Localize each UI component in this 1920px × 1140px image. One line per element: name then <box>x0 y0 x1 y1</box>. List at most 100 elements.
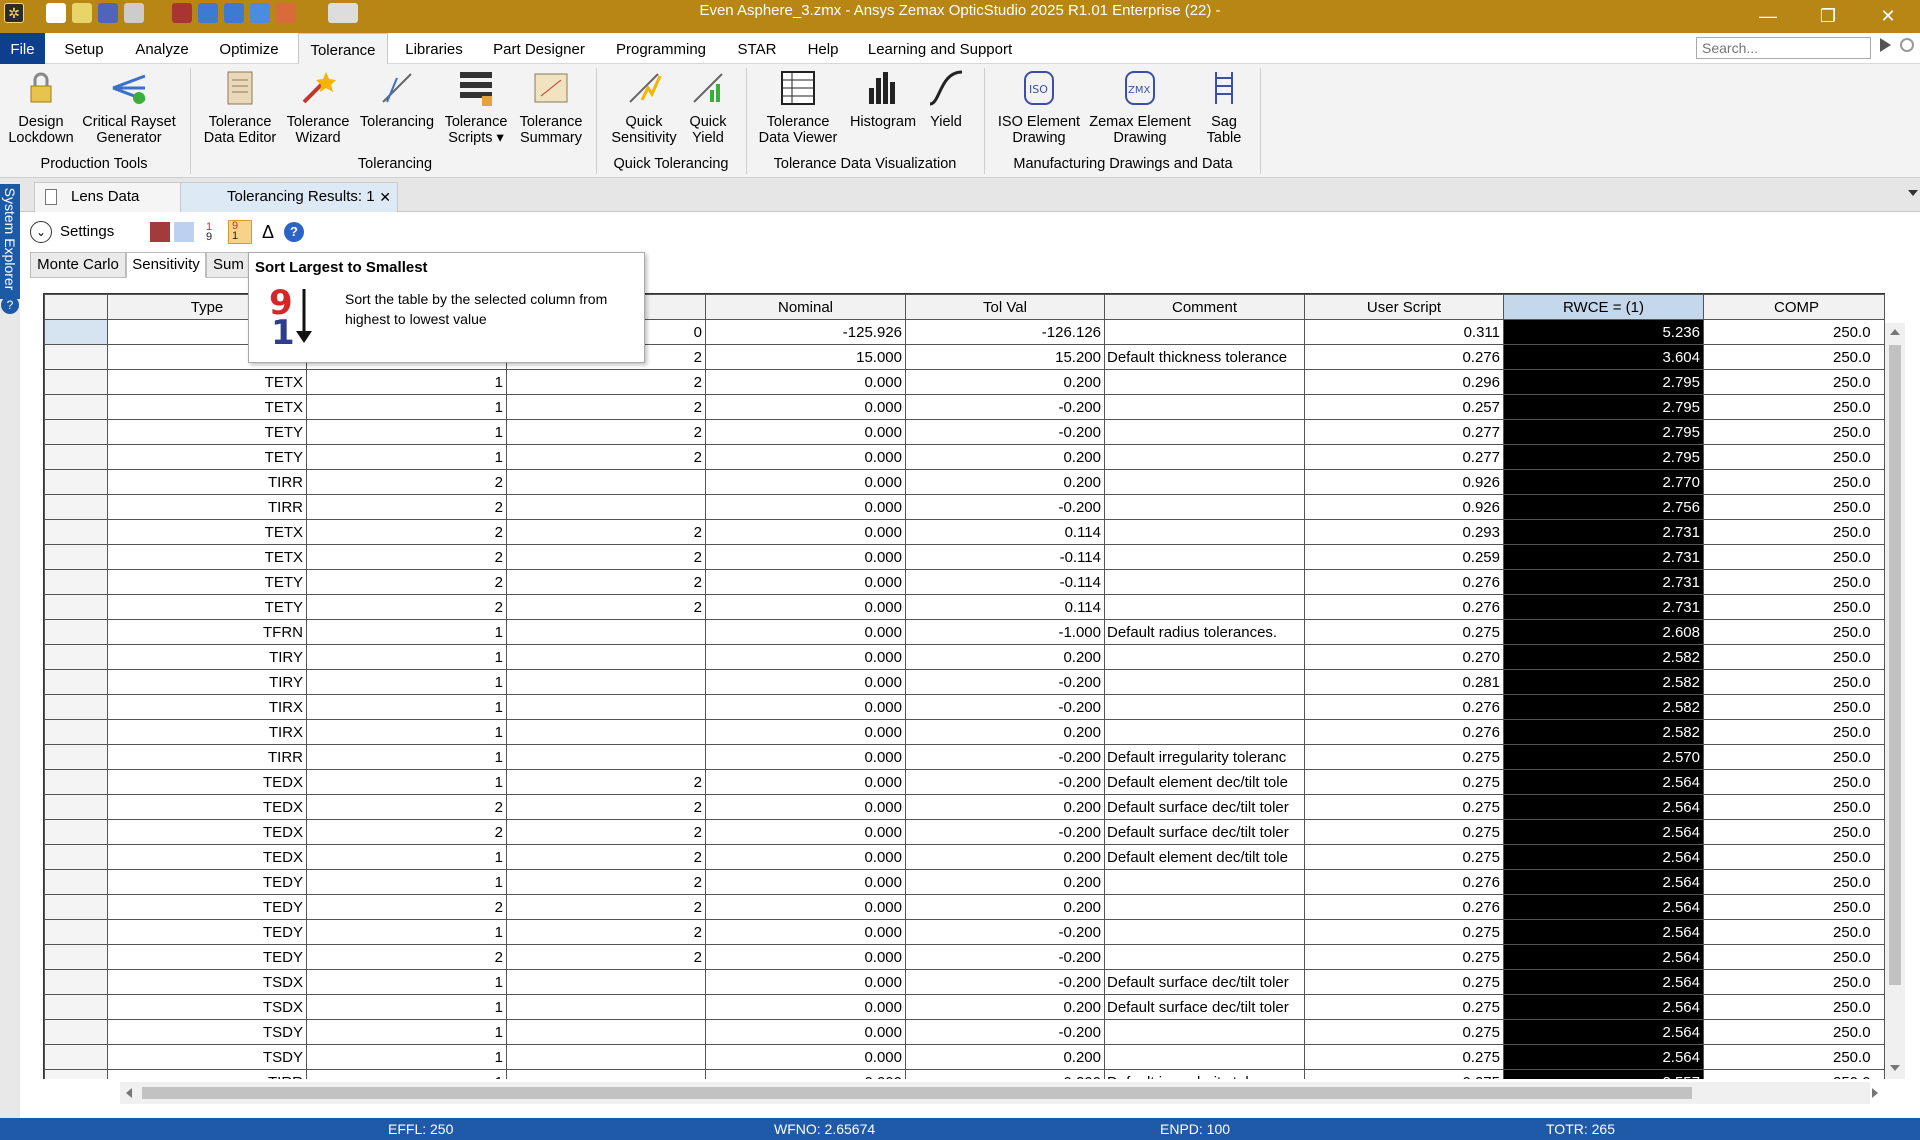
menu-optimize[interactable]: Optimize <box>212 33 286 64</box>
cell-comment[interactable] <box>1104 894 1305 920</box>
cell-type[interactable]: TEDX <box>107 819 307 845</box>
cell-rwce[interactable]: 2.608 <box>1503 619 1704 645</box>
cell-comp[interactable]: 250.0 <box>1703 419 1885 445</box>
table-row[interactable]: TIRX 1 0.000 -0.200 0.276 2.582 250.0 <box>44 694 1885 720</box>
tolerance-summary-button[interactable]: Tolerance Summary <box>514 68 588 146</box>
cell-comment[interactable] <box>1104 369 1305 395</box>
cell-comment[interactable] <box>1104 544 1305 570</box>
cell-tol-val[interactable]: -1.000 <box>905 619 1105 645</box>
quick-yield-button[interactable]: Quick Yield <box>686 68 730 146</box>
cell-int1[interactable]: 1 <box>306 869 507 895</box>
undo-icon[interactable] <box>198 3 218 23</box>
cell-int1[interactable]: 1 <box>306 994 507 1020</box>
cell-user-script[interactable]: 0.277 <box>1304 419 1504 445</box>
cell-user-script[interactable]: 0.275 <box>1304 619 1504 645</box>
cell-int2[interactable] <box>506 969 706 995</box>
cell-rwce[interactable]: 2.795 <box>1503 419 1704 445</box>
cell-comp[interactable]: 250.0 <box>1703 494 1885 520</box>
cell-tol-val[interactable]: -0.114 <box>905 544 1105 570</box>
cell-comp[interactable]: 250.0 <box>1703 319 1885 345</box>
cell-rwce[interactable]: 2.557 <box>1503 1069 1704 1079</box>
cell-comment[interactable] <box>1104 919 1305 945</box>
cell-int1[interactable]: 2 <box>306 544 507 570</box>
cell-user-script[interactable]: 0.276 <box>1304 594 1504 620</box>
cell-nominal[interactable]: 0.000 <box>705 644 906 670</box>
cell-comp[interactable]: 250.0 <box>1703 819 1885 845</box>
cell-int1[interactable]: 2 <box>306 894 507 920</box>
cell-rwce[interactable]: 2.570 <box>1503 744 1704 770</box>
row-header[interactable] <box>44 544 108 570</box>
cell-int1[interactable]: 2 <box>306 494 507 520</box>
cell-rwce[interactable]: 2.564 <box>1503 869 1704 895</box>
cell-int2[interactable]: 2 <box>506 544 706 570</box>
cell-rwce[interactable]: 2.770 <box>1503 469 1704 495</box>
row-header[interactable] <box>44 619 108 645</box>
row-header[interactable] <box>44 944 108 970</box>
system-explorer-tab[interactable]: System Explorer <box>0 184 20 299</box>
cell-user-script[interactable]: 0.257 <box>1304 394 1504 420</box>
table-row[interactable]: TETY 2 2 0.000 -0.114 0.276 2.731 250.0 <box>44 569 1885 595</box>
row-header[interactable] <box>44 594 108 620</box>
row-header[interactable] <box>44 744 108 770</box>
cell-rwce[interactable]: 2.564 <box>1503 969 1704 995</box>
cell-int1[interactable]: 2 <box>306 594 507 620</box>
cell-nominal[interactable]: 0.000 <box>705 1044 906 1070</box>
table-row[interactable]: TEDX 1 2 0.000 -0.200 Default element dec/til… <box>44 769 1885 795</box>
cell-comp[interactable]: 250.0 <box>1703 1044 1885 1070</box>
cell-tol-val[interactable]: -0.200 <box>905 944 1105 970</box>
table-row[interactable]: TETX 2 2 0.000 0.114 0.293 2.731 250.0 <box>44 519 1885 545</box>
cell-comp[interactable]: 250.0 <box>1703 444 1885 470</box>
row-header[interactable] <box>44 769 108 795</box>
row-header[interactable] <box>44 1069 108 1079</box>
sort-ascending-icon[interactable]: 19 <box>206 222 226 243</box>
zemax-element-drawing-button[interactable]: ZMX Zemax Element Drawing <box>1086 68 1194 146</box>
row-header[interactable] <box>44 469 108 495</box>
cell-comp[interactable]: 250.0 <box>1703 519 1885 545</box>
row-header[interactable] <box>44 1044 108 1070</box>
cell-int1[interactable]: 2 <box>306 469 507 495</box>
cell-user-script[interactable]: 0.275 <box>1304 994 1504 1020</box>
cell-comp[interactable]: 250.0 <box>1703 644 1885 670</box>
cell-comment[interactable] <box>1104 319 1305 345</box>
cell-comp[interactable]: 250.0 <box>1703 1019 1885 1045</box>
maximize-button[interactable]: ❐ <box>1800 0 1856 33</box>
cell-nominal[interactable]: 0.000 <box>705 619 906 645</box>
cell-int1[interactable]: 2 <box>306 819 507 845</box>
cell-tol-val[interactable]: 0.114 <box>905 594 1105 620</box>
cell-nominal[interactable]: 0.000 <box>705 894 906 920</box>
update-icon[interactable] <box>250 3 270 23</box>
cell-tol-val[interactable]: 0.200 <box>905 844 1105 870</box>
cell-nominal[interactable]: 0.000 <box>705 569 906 595</box>
cell-int2[interactable]: 2 <box>506 869 706 895</box>
cell-nominal[interactable]: -125.926 <box>705 319 906 345</box>
cell-int2[interactable]: 2 <box>506 444 706 470</box>
cell-comp[interactable]: 250.0 <box>1703 744 1885 770</box>
close-tab-icon[interactable]: ✕ <box>379 183 391 211</box>
cell-comment[interactable] <box>1104 669 1305 695</box>
cell-rwce[interactable]: 2.564 <box>1503 794 1704 820</box>
cell-comp[interactable]: 250.0 <box>1703 969 1885 995</box>
cell-type[interactable]: TEDX <box>107 769 307 795</box>
cell-int1[interactable]: 1 <box>306 1019 507 1045</box>
cell-user-script[interactable]: 0.276 <box>1304 569 1504 595</box>
row-header[interactable] <box>44 819 108 845</box>
cell-tol-val[interactable]: -0.200 <box>905 694 1105 720</box>
cell-int1[interactable]: 1 <box>306 744 507 770</box>
table-row[interactable]: TSDY 1 0.000 -0.200 0.275 2.564 250.0 <box>44 1019 1885 1045</box>
cell-comment[interactable] <box>1104 694 1305 720</box>
row-header[interactable] <box>44 669 108 695</box>
new-file-icon[interactable] <box>46 3 66 23</box>
cell-user-script[interactable]: 0.296 <box>1304 369 1504 395</box>
cell-int2[interactable] <box>506 1019 706 1045</box>
cell-rwce[interactable]: 2.582 <box>1503 694 1704 720</box>
cell-type[interactable]: TIRX <box>107 694 307 720</box>
cell-comment[interactable] <box>1104 719 1305 745</box>
cell-int2[interactable]: 2 <box>506 894 706 920</box>
row-header[interactable] <box>44 569 108 595</box>
row-header[interactable] <box>44 694 108 720</box>
table-row[interactable]: TSDX 1 0.000 0.200 Default surface dec/tilt … <box>44 994 1885 1020</box>
design-lockdown-button[interactable]: Design Lockdown <box>4 68 78 146</box>
cell-int2[interactable] <box>506 694 706 720</box>
cell-int1[interactable]: 1 <box>306 619 507 645</box>
save-results-icon[interactable] <box>150 222 170 242</box>
